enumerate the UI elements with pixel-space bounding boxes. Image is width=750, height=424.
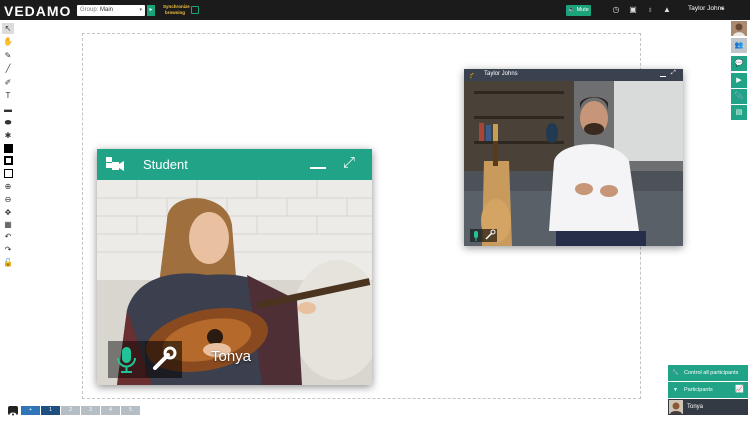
chat-icon[interactable]: 💬 — [731, 56, 747, 71]
browser-window-icon[interactable] — [191, 6, 199, 14]
wrench-icon — [153, 346, 177, 370]
control-all-label: Control all participants — [684, 370, 739, 376]
bell-icon[interactable]: ▲ — [662, 5, 672, 15]
settings-wrench-button[interactable] — [482, 229, 497, 242]
student-window-header[interactable]: Student ⤢ — [97, 149, 372, 180]
line-width-swatch[interactable] — [4, 169, 13, 178]
participants-label: Participants — [684, 387, 713, 393]
zoom-in-icon[interactable]: ⊕ — [2, 181, 14, 192]
group-go-button[interactable]: ▸ — [147, 5, 155, 16]
grid-icon[interactable]: ▦ — [2, 219, 14, 230]
lock-icon[interactable]: 🔓 — [2, 257, 14, 268]
teacher-video-image — [464, 81, 683, 246]
attachment-icon[interactable]: 📎 — [731, 89, 747, 104]
maximize-icon[interactable]: ⤢ — [671, 70, 676, 77]
student-window-title: Student — [143, 157, 188, 172]
user-avatar[interactable] — [731, 21, 747, 36]
student-video-window[interactable]: Student ⤢ Tonya — [97, 149, 372, 385]
mute-label: Mute — [576, 7, 589, 13]
mute-button[interactable]: 🔈 Mute — [566, 5, 591, 16]
chart-icon[interactable]: 📈 — [735, 382, 744, 398]
teacher-video-window[interactable]: 🎓 Taylor Johns ⤢ — [464, 69, 683, 246]
eye-icon[interactable] — [8, 406, 18, 417]
ellipse-tool-icon[interactable]: ⬬ — [2, 117, 14, 128]
student-video-feed: Tonya — [97, 180, 372, 385]
highlighter-tool-icon[interactable]: ✐ — [2, 77, 14, 88]
play-icon[interactable]: ▶ — [731, 73, 747, 88]
wrench-icon — [485, 229, 496, 240]
page-tab-5[interactable]: 5 — [121, 406, 140, 415]
participant-name-label: Tonya — [211, 348, 252, 365]
speaker-icon: 🔈 — [568, 7, 576, 13]
user-menu-chevron-icon[interactable]: ▾ — [721, 6, 724, 12]
microphone-button[interactable] — [108, 341, 145, 378]
page-navigation: + 1 2 3 4 5 — [0, 405, 160, 417]
eraser-tool-icon[interactable]: ✱ — [2, 130, 14, 141]
stroke-swatch[interactable] — [4, 156, 13, 165]
top-bar: VEDAMO Group: Main ▾ ▸ Synchronize brows… — [0, 0, 750, 20]
participant-avatar — [669, 400, 683, 414]
control-all-participants-button[interactable]: 🔧 Control all participants — [668, 365, 748, 381]
page-tab-2[interactable]: 2 — [61, 406, 80, 415]
microphone-icon — [117, 347, 136, 373]
settings-wrench-button[interactable] — [145, 341, 182, 378]
video-camera-icon — [106, 157, 124, 171]
participant-name: Tonya — [687, 404, 704, 410]
graduation-cap-icon: 🎓 — [469, 72, 478, 79]
wrench-icon: 🔧 — [672, 370, 679, 376]
teacher-window-title: Taylor Johns — [484, 71, 518, 77]
microphone-icon — [474, 231, 478, 241]
maximize-icon[interactable]: ⤢ — [341, 155, 357, 171]
page-tab-3[interactable]: 3 — [81, 406, 100, 415]
chevron-down-icon: ▾ — [139, 7, 142, 13]
chevron-down-icon: ▼ — [673, 387, 678, 393]
participant-row[interactable]: Tonya — [668, 399, 748, 415]
page-tab-4[interactable]: 4 — [101, 406, 120, 415]
add-user-icon[interactable]: 👥 — [731, 38, 747, 53]
synchronize-browsing-toggle[interactable]: Synchronize browsing — [163, 4, 190, 15]
pen-tool-icon[interactable]: ✎ — [2, 50, 14, 61]
color-swatch[interactable] — [4, 144, 13, 153]
sync-label-line2: browsing — [165, 9, 185, 15]
group-label: Group: — [80, 7, 99, 13]
redo-icon[interactable]: ↷ — [2, 244, 14, 255]
sync-label-line1: Synchronize — [163, 4, 190, 9]
teacher-video-feed — [464, 81, 683, 246]
minimize-icon[interactable] — [310, 167, 326, 169]
document-icon[interactable]: ▤ — [731, 105, 747, 120]
avatar-image — [731, 21, 747, 36]
line-tool-icon[interactable]: ╱ — [2, 63, 14, 74]
select-tool-icon[interactable]: ↖ — [2, 23, 14, 34]
add-page-button[interactable]: + — [21, 406, 40, 415]
move-icon[interactable]: ✥ — [2, 207, 14, 218]
calendar-icon[interactable]: ▣ — [628, 5, 638, 15]
rectangle-tool-icon[interactable]: ▬ — [2, 104, 14, 115]
microphone-button[interactable] — [470, 229, 482, 242]
group-value: Main — [100, 7, 114, 13]
participants-header[interactable]: ▼ Participants 📈 — [668, 382, 748, 398]
teacher-window-header[interactable]: 🎓 Taylor Johns ⤢ — [464, 69, 683, 81]
minimize-icon[interactable] — [660, 76, 666, 77]
user-name[interactable]: Taylor Johns — [688, 5, 725, 12]
hand-tool-icon[interactable]: ✋ — [2, 36, 14, 47]
page-tab-1[interactable]: 1 — [41, 406, 60, 415]
text-tool-icon[interactable]: T — [2, 90, 14, 101]
award-icon[interactable]: ♁ — [645, 5, 655, 15]
clock-icon[interactable]: ◷ — [611, 5, 621, 15]
undo-icon[interactable]: ↶ — [2, 231, 14, 242]
group-select[interactable]: Group: Main ▾ — [77, 5, 145, 16]
zoom-out-icon[interactable]: ⊖ — [2, 194, 14, 205]
app-logo: VEDAMO — [4, 3, 72, 19]
